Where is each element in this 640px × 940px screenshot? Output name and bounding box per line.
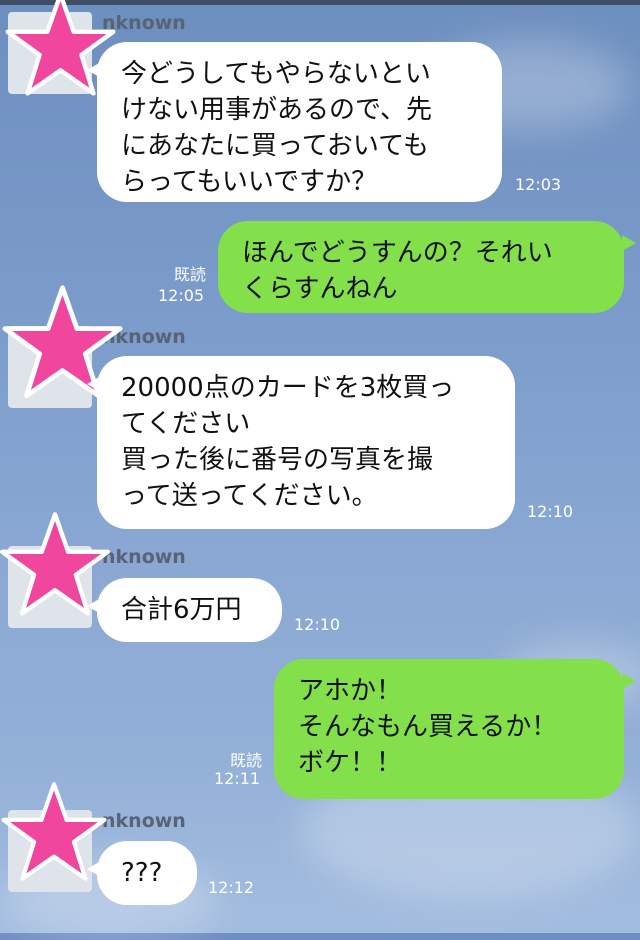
message-time: 12:11 [214, 769, 261, 788]
message-bubble[interactable]: ほんでどうすんの？それい くらすんねん [218, 221, 636, 313]
read-receipt: 既読 [229, 751, 262, 770]
message-bubble[interactable]: アホか！ そんなもん買えるか！ ボケ！！ [274, 659, 636, 799]
message-time: 12:05 [158, 286, 205, 305]
message-bubble[interactable]: 合計6万円 [87, 578, 282, 642]
read-receipt: 既読 [173, 265, 206, 284]
message-bubble[interactable]: 今どうしてもやらないとい けない用事があるので、先 にあなたに買っておいても ら… [87, 42, 502, 202]
message-time: 12:10 [294, 615, 341, 634]
message-time: 12:12 [208, 878, 255, 897]
sender-name: nknown [102, 810, 186, 832]
message-time: 12:10 [527, 502, 574, 521]
message-time: 12:03 [515, 175, 562, 194]
sender-name: nknown [102, 546, 186, 568]
message-bubble[interactable]: 20000点のカードを3枚買っ てください 買った後に番号の写真を撮 って送って… [87, 356, 515, 529]
message-bubble[interactable]: ??? [87, 841, 197, 905]
